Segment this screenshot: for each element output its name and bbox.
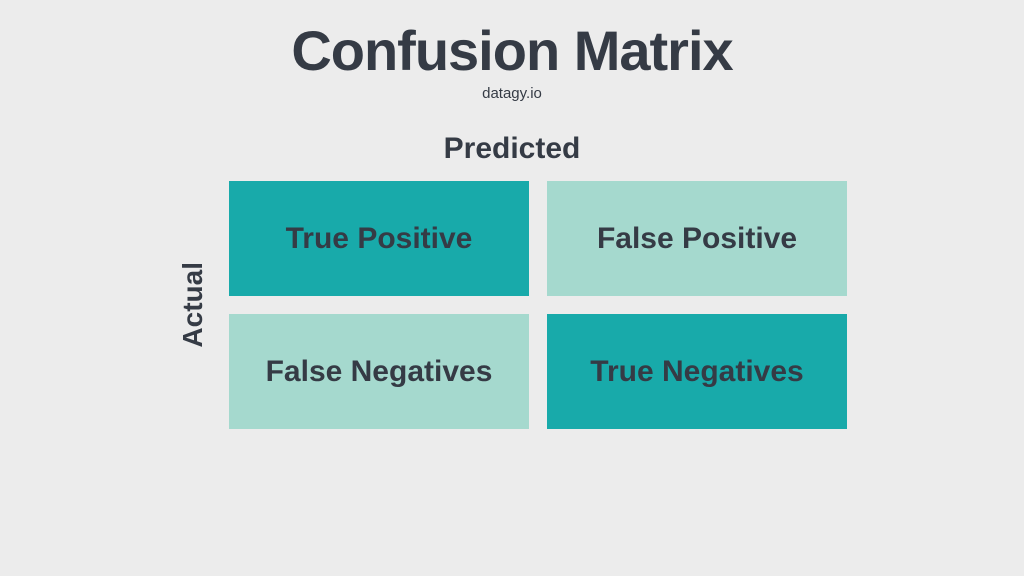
diagram-subtitle: datagy.io [291, 85, 732, 102]
diagram-header: Confusion Matrix datagy.io [291, 18, 732, 102]
cell-false-negatives: False Negatives [229, 314, 529, 429]
predicted-axis-label: Predicted [444, 132, 581, 166]
cell-true-negatives: True Negatives [547, 314, 847, 429]
cell-true-positive: True Positive [229, 181, 529, 296]
confusion-matrix: Predicted Actual True Positive False Pos… [177, 132, 847, 429]
actual-axis-label: Actual [177, 262, 209, 348]
cell-false-positive: False Positive [547, 181, 847, 296]
matrix-grid: True Positive False Positive False Negat… [229, 181, 847, 429]
diagram-title: Confusion Matrix [291, 18, 732, 83]
matrix-body: Actual True Positive False Positive Fals… [177, 181, 847, 429]
